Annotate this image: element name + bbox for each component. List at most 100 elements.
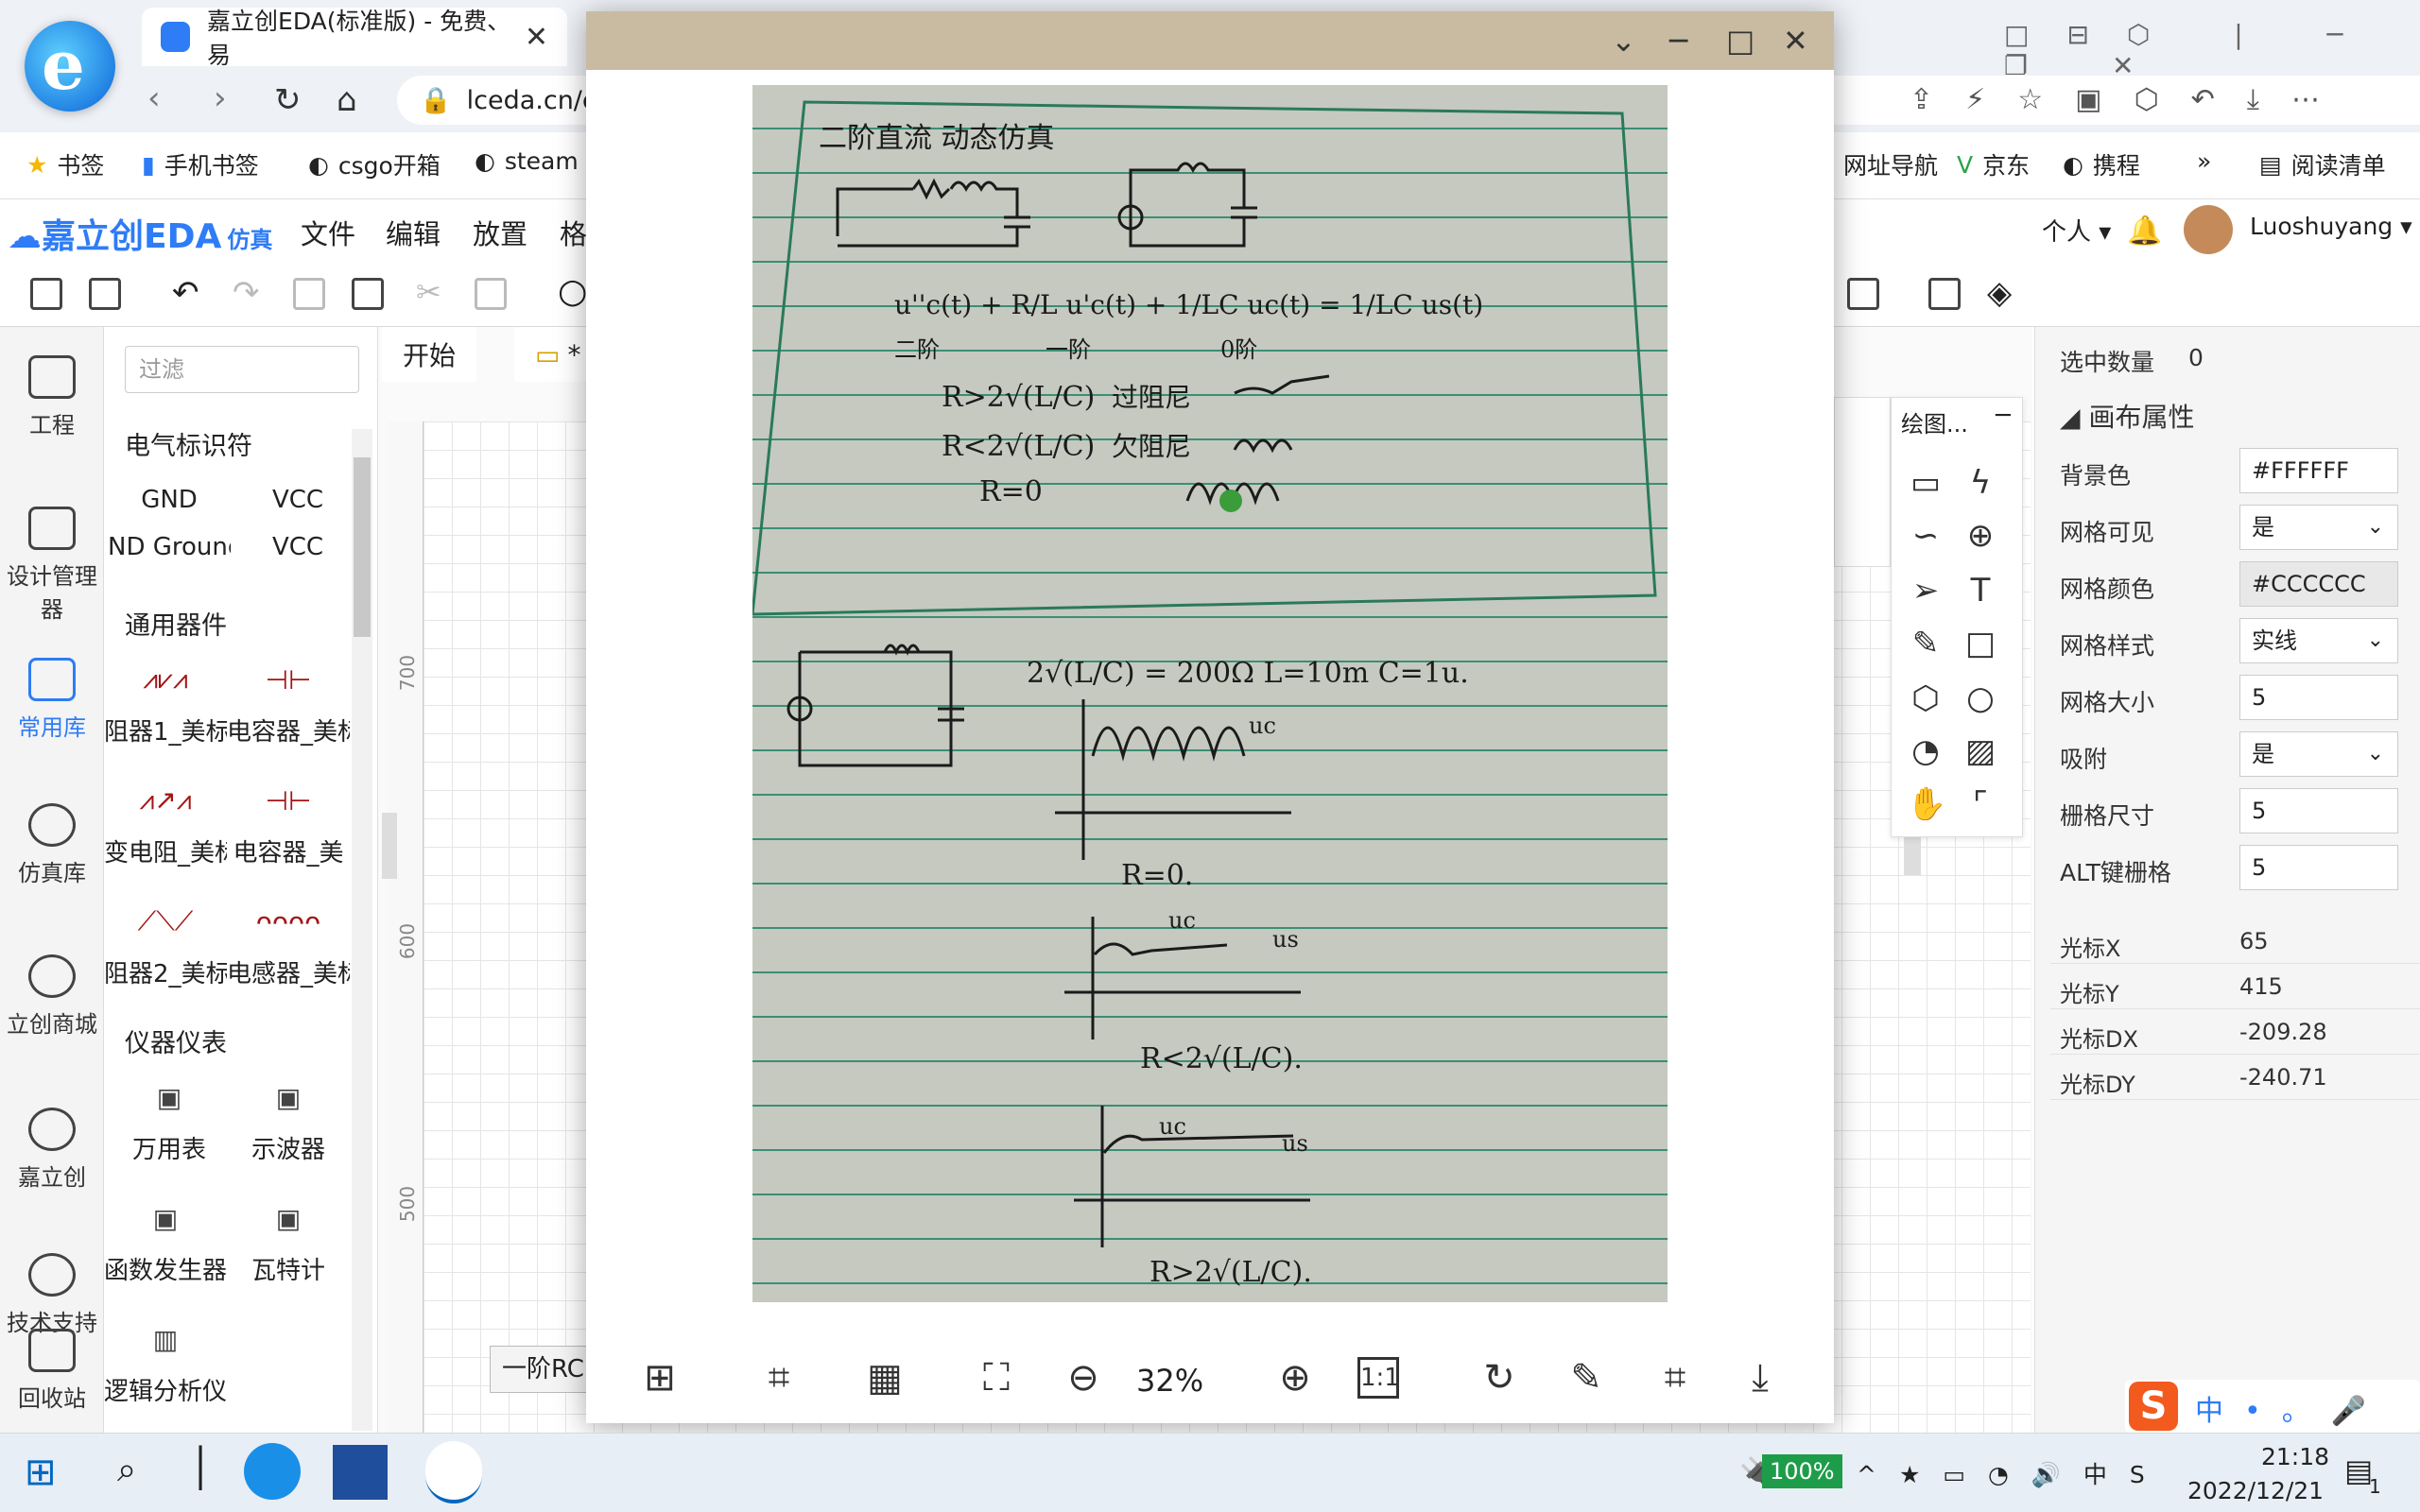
back-icon[interactable]: ‹ — [147, 79, 161, 117]
bookmark-item[interactable]: ◐ steam — [475, 147, 579, 175]
prop-input[interactable]: #FFFFFF — [2239, 448, 2398, 493]
hand-icon[interactable]: ✋ — [1907, 785, 1946, 823]
tray-icons[interactable]: ^★▭◔🔊中S — [1857, 1456, 2168, 1490]
delete-icon[interactable] — [475, 278, 507, 310]
prop-input[interactable]: 5 — [2239, 675, 2398, 720]
rectangle-icon[interactable]: □ — [1962, 625, 1999, 662]
document-icon[interactable] — [1847, 278, 1879, 310]
rotate-icon[interactable]: ↻ — [1475, 1353, 1524, 1402]
prop-input[interactable]: #CCCCCC — [2239, 561, 2398, 607]
account-mode-select[interactable]: 个人 ▾ — [2042, 213, 2111, 248]
browser-toolbar-icons[interactable]: ⇪⚡☆▣⬡↶⤓⋯ — [1910, 83, 2352, 116]
bookmark-item[interactable]: ▮ 手机书签 — [142, 147, 259, 181]
window-controls[interactable]: □⊟⬡ | ─ ❐ ✕ — [2004, 19, 2420, 81]
notes-photo[interactable]: 二阶直流 动态仿真 u''c(t) + R/L u'c(t) + 1/LC uc… — [752, 85, 1668, 1302]
tag-icon[interactable]: ⬡ — [1907, 679, 1945, 717]
edit-icon[interactable]: ✎ — [1562, 1353, 1611, 1402]
component-capacitor[interactable]: ⊣⊢ 电容器_美标 — [227, 646, 350, 765]
bookmark-item[interactable]: ◐ 携程 — [2063, 147, 2140, 181]
arc-add-icon[interactable]: ⊕ — [1962, 517, 1999, 555]
minimize-icon[interactable]: ─ — [1996, 402, 2011, 430]
prop-select[interactable]: 是 ⌄ — [2239, 731, 2398, 777]
dev-cpp-icon[interactable] — [333, 1445, 388, 1500]
chevron-down-icon[interactable]: ⌄ — [1611, 23, 1636, 59]
component-logic-analyzer[interactable]: ▥ 逻辑分析仪 — [104, 1306, 227, 1425]
lightning-icon[interactable]: ϟ — [1962, 464, 1999, 502]
component-multimeter[interactable]: ▣ 万用表 — [108, 1064, 231, 1183]
translate-icon[interactable]: ▦ — [860, 1353, 909, 1402]
home-icon[interactable]: ⌂ — [337, 81, 357, 119]
qq-icon[interactable] — [425, 1441, 482, 1503]
pencil-icon[interactable]: ✎ — [1907, 625, 1945, 662]
component-polar-capacitor[interactable]: ⊣⊢ 电容器_美 — [227, 767, 350, 886]
save-icon[interactable] — [89, 278, 121, 310]
crop-icon[interactable]: ⌗ — [1651, 1353, 1700, 1402]
menu-place[interactable]: 放置 — [473, 213, 527, 252]
close-icon[interactable]: ✕ — [1783, 23, 1808, 59]
battery-level[interactable]: 100% — [1762, 1454, 1842, 1488]
search-icon[interactable]: ⌕ — [117, 1451, 136, 1490]
tab-close-icon[interactable]: ✕ — [525, 21, 548, 54]
nav-sim-lib[interactable]: 仿真库 — [0, 803, 104, 887]
component-label[interactable]: 一阶RC — [490, 1346, 594, 1393]
nav-design-manager[interactable]: 设计管理器 — [0, 507, 104, 624]
component-function-generator[interactable]: ▣ 函数发生器 — [104, 1185, 227, 1304]
bookmark-item[interactable]: 网址导航 — [1843, 147, 1938, 181]
nav-recycle[interactable]: 回收站 — [0, 1329, 104, 1413]
filter-input[interactable]: 过滤 — [125, 346, 359, 393]
bookmark-item[interactable]: ◐ csgo开箱 — [308, 147, 441, 181]
forward-icon[interactable]: › — [214, 79, 227, 117]
windows-start-icon[interactable]: ⊞ — [25, 1451, 57, 1494]
undo-icon[interactable]: ↶ — [172, 274, 199, 312]
nav-support[interactable]: 技术支持 — [0, 1253, 104, 1337]
library-scroll-thumb[interactable] — [354, 457, 371, 637]
curve-icon[interactable]: ∽ — [1907, 517, 1945, 555]
minimize-icon[interactable]: ─ — [1669, 23, 1687, 59]
copy-icon[interactable] — [352, 278, 384, 310]
component-inductor[interactable]: ᴖᴖᴖᴖ 电感器_美标 — [227, 888, 350, 1007]
bell-icon[interactable]: 🔔 — [2127, 215, 2162, 248]
component-vcc[interactable]: VCC VCC — [236, 467, 359, 586]
bookmarks-more[interactable]: » — [2197, 147, 2211, 175]
nav-lcsc-mall[interactable]: 立创商城 — [0, 954, 104, 1039]
username[interactable]: Luoshuyang ▾ — [2250, 213, 2412, 240]
tab-start[interactable]: 开始 — [382, 327, 477, 382]
clock-time[interactable]: 21:18 — [2261, 1443, 2329, 1470]
bookmark-item[interactable]: ★ 书签 — [26, 147, 104, 181]
browser-tab[interactable]: 嘉立创EDA(标准版) - 免费、易 ✕ — [142, 8, 567, 69]
zoom-in-icon[interactable]: ⊕ — [1270, 1353, 1320, 1402]
add-icon[interactable] — [293, 278, 325, 310]
component-resistor2[interactable]: ⟋⟍⟋ 阻器2_美标 — [104, 888, 227, 1007]
cut-icon[interactable]: ✂ — [416, 274, 441, 310]
download-icon[interactable]: ⤓ — [1736, 1353, 1785, 1402]
prop-input[interactable]: 5 — [2239, 788, 2398, 833]
avatar[interactable] — [2184, 205, 2233, 254]
sogou-icon[interactable]: S — [2129, 1382, 2178, 1431]
wire-box-icon[interactable]: ▭ — [1907, 464, 1945, 502]
prop-select[interactable]: 是 ⌄ — [2239, 505, 2398, 550]
component-oscilloscope[interactable]: ▣ 示波器 — [227, 1064, 350, 1183]
zoom-icon[interactable]: ○ — [558, 272, 587, 311]
fit-icon[interactable]: ⛶ — [972, 1353, 1021, 1402]
reload-icon[interactable]: ↻ — [274, 81, 302, 119]
maximize-icon[interactable]: □ — [1726, 23, 1754, 59]
nav-jlc[interactable]: 嘉立创 — [0, 1108, 104, 1192]
edge-taskbar-icon[interactable] — [244, 1443, 301, 1500]
bookmark-item[interactable]: V 京东 — [1957, 147, 2030, 181]
menu-edit[interactable]: 编辑 — [386, 213, 441, 252]
image-icon[interactable]: ▨ — [1962, 732, 1999, 770]
nav-project[interactable]: 工程 — [0, 355, 104, 439]
image-export-icon[interactable] — [1928, 278, 1961, 310]
text-icon[interactable]: T — [1962, 572, 1999, 610]
redo-icon[interactable]: ↷ — [233, 274, 260, 312]
component-wattmeter[interactable]: ▣ 瓦特计 — [227, 1185, 350, 1304]
section-title[interactable]: ◢ 画布属性 — [2060, 397, 2194, 435]
circle-icon[interactable]: ○ — [1962, 679, 1999, 717]
panel-toggle[interactable] — [382, 813, 397, 879]
zoom-out-icon[interactable]: ⊖ — [1059, 1353, 1108, 1402]
open-folder-icon[interactable] — [30, 278, 62, 310]
component-resistor[interactable]: ⩘⩗⩘ 阻器1_美标 — [104, 646, 227, 765]
arrow-icon[interactable]: ➢ — [1907, 572, 1945, 610]
arc-icon[interactable]: ◔ — [1907, 732, 1945, 770]
menu-file[interactable]: 文件 — [301, 213, 355, 252]
